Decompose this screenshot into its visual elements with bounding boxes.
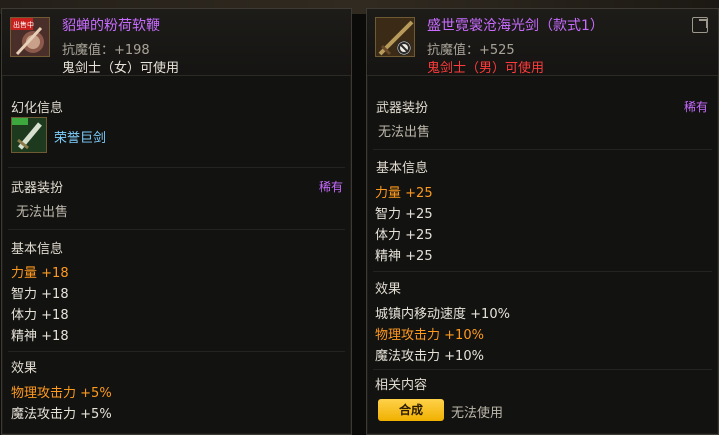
transform-item-name[interactable]: 荣誉巨剑 bbox=[54, 127, 106, 146]
transform-info-title: 幻化信息 bbox=[11, 101, 64, 116]
divider bbox=[373, 369, 712, 370]
magic-resist: 抗魔值：+525 bbox=[427, 43, 515, 58]
divider bbox=[8, 229, 345, 230]
sale-badge: 出售中 bbox=[13, 20, 34, 29]
unusable-label: 无法使用 bbox=[451, 406, 504, 421]
divider bbox=[373, 149, 712, 150]
usable-class: 鬼剑士（男）可使用 bbox=[427, 61, 545, 76]
weapon-skin-title: 武器装扮 bbox=[11, 181, 64, 196]
effect-title: 效果 bbox=[11, 361, 38, 376]
lightsword-item-icon[interactable] bbox=[375, 17, 415, 57]
stat-strength: 力量 +18 bbox=[11, 266, 69, 281]
stat-spirit: 精神 +25 bbox=[375, 249, 433, 264]
effect-physical-attack: 物理攻击力 +5% bbox=[11, 386, 112, 401]
stat-intelligence: 智力 +18 bbox=[11, 287, 69, 302]
divider bbox=[373, 271, 712, 272]
stat-vitality: 体力 +25 bbox=[375, 228, 433, 243]
item-tooltip-right: 盛世霓裳沧海光剑（款式1） 抗魔值：+525 鬼剑士（男）可使用 武器装扮 稀有… bbox=[366, 8, 719, 435]
weapon-skin-title: 武器装扮 bbox=[376, 101, 429, 116]
whip-item-icon[interactable]: 出售中 bbox=[10, 17, 50, 57]
cannot-sell: 无法出售 bbox=[378, 125, 431, 140]
external-link-icon[interactable] bbox=[692, 17, 708, 33]
effect-physical-attack: 物理攻击力 +10% bbox=[375, 328, 484, 343]
stat-spirit: 精神 +18 bbox=[11, 329, 69, 344]
item-tooltip-left: 出售中 貂蝉的粉荷软鞭 抗魔值：+198 鬼剑士（女）可使用 幻化信息 荣誉巨剑… bbox=[1, 8, 352, 435]
usable-class: 鬼剑士（女）可使用 bbox=[62, 61, 180, 76]
cannot-sell: 无法出售 bbox=[16, 205, 69, 220]
basic-info-title: 基本信息 bbox=[376, 161, 429, 176]
effect-town-move-speed: 城镇内移动速度 +10% bbox=[375, 307, 510, 322]
divider bbox=[8, 167, 345, 168]
item-name: 貂蝉的粉荷软鞭 bbox=[62, 18, 160, 34]
stat-intelligence: 智力 +25 bbox=[375, 207, 433, 222]
tooltip-header: 出售中 貂蝉的粉荷软鞭 抗魔值：+198 鬼剑士（女）可使用 bbox=[2, 9, 351, 76]
tooltip-header: 盛世霓裳沧海光剑（款式1） 抗魔值：+525 鬼剑士（男）可使用 bbox=[367, 9, 718, 76]
effect-magic-attack: 魔法攻击力 +10% bbox=[375, 349, 484, 364]
prohibited-icon bbox=[396, 40, 412, 56]
greatsword-item-icon[interactable] bbox=[11, 117, 47, 153]
basic-info-title: 基本信息 bbox=[11, 242, 64, 257]
effect-magic-attack: 魔法攻击力 +5% bbox=[11, 407, 112, 422]
stat-strength: 力量 +25 bbox=[375, 186, 433, 201]
rarity-label: 稀有 bbox=[683, 100, 708, 114]
stat-vitality: 体力 +18 bbox=[11, 308, 69, 323]
related-content-title: 相关内容 bbox=[375, 378, 428, 393]
effect-title: 效果 bbox=[375, 282, 402, 297]
divider bbox=[8, 351, 345, 352]
magic-resist: 抗魔值：+198 bbox=[62, 43, 150, 58]
rarity-label: 稀有 bbox=[318, 180, 343, 194]
craft-button[interactable]: 合成 bbox=[378, 399, 444, 421]
item-name: 盛世霓裳沧海光剑（款式1） bbox=[427, 18, 604, 34]
